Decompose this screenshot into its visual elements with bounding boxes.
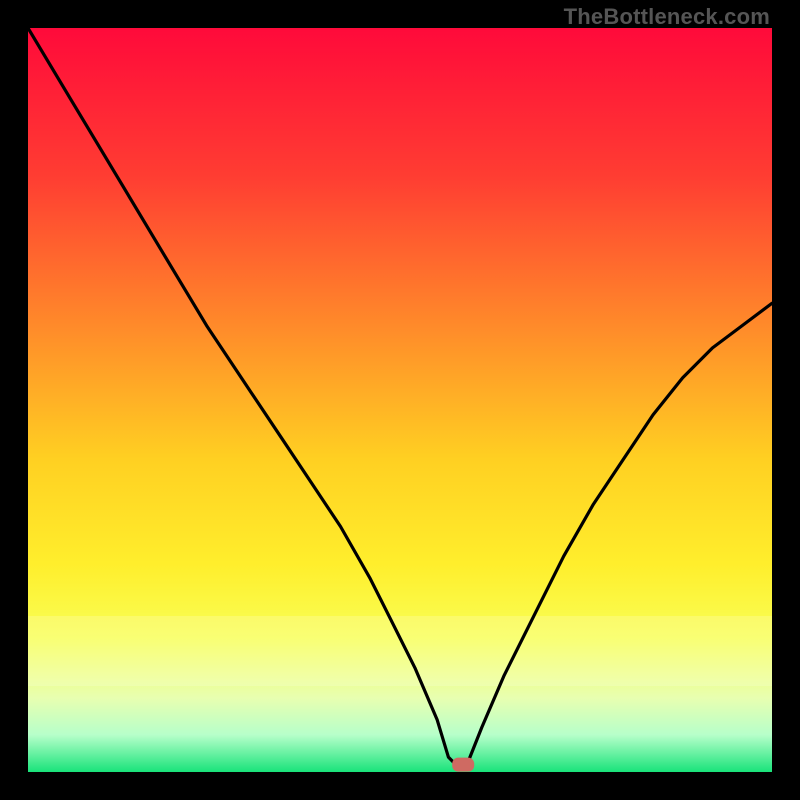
watermark-text: TheBottleneck.com xyxy=(564,4,770,30)
bottleneck-chart xyxy=(28,28,772,772)
pale-band xyxy=(28,616,772,686)
outer-frame: TheBottleneck.com xyxy=(0,0,800,800)
optimum-marker xyxy=(452,758,474,772)
plot-area xyxy=(28,28,772,772)
